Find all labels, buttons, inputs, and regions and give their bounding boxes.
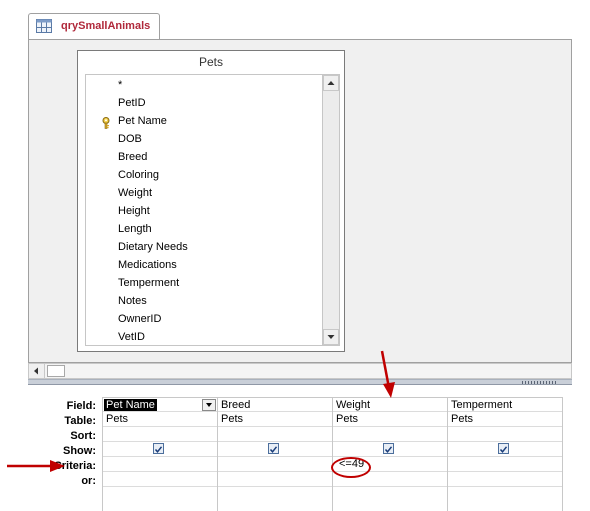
scroll-up-button[interactable] [323, 75, 339, 91]
design-horizontal-scrollbar[interactable] [28, 363, 572, 379]
field-item-ownerid[interactable]: OwnerID [118, 310, 161, 328]
field-item-all[interactable]: * [118, 76, 122, 94]
query-design-grid: Field: Table: Sort: Show: Criteria: or: … [28, 385, 572, 511]
field-cell[interactable]: Pet Name [103, 397, 218, 412]
table-cell[interactable]: Pets [333, 412, 448, 427]
criteria-cell[interactable] [448, 457, 563, 472]
sort-cell[interactable] [448, 427, 563, 442]
field-item-vetid[interactable]: VetID [118, 328, 145, 345]
sort-cell[interactable] [218, 427, 333, 442]
key-icon [102, 117, 110, 129]
scroll-left-button[interactable] [29, 364, 45, 378]
annotation-arrow-down-icon [380, 350, 395, 398]
field-item-breed[interactable]: Breed [118, 148, 147, 166]
table-cell[interactable]: Pets [448, 412, 563, 427]
field-cell[interactable]: Temperment [448, 397, 563, 412]
field-item-weight[interactable]: Weight [118, 184, 152, 202]
show-cell[interactable] [218, 442, 333, 457]
field-item-pet-name[interactable]: Pet Name [118, 112, 167, 130]
show-checkbox[interactable] [383, 443, 394, 454]
row-label-show: Show: [63, 445, 96, 457]
or-cell[interactable] [103, 472, 218, 487]
sort-cell[interactable] [333, 427, 448, 442]
criteria-cell[interactable] [218, 457, 333, 472]
table-field-list-title[interactable]: Pets [78, 51, 344, 73]
criteria-highlight-oval [331, 457, 371, 478]
arrow-down-icon [327, 335, 335, 339]
field-item-medications[interactable]: Medications [118, 256, 177, 274]
grid-column-weight[interactable]: Weight Pets <=49 [332, 397, 448, 511]
row-label-sort: Sort: [70, 430, 96, 442]
table-field-list[interactable]: Pets * PetID Pet Name DOB Breed Coloring… [77, 50, 345, 352]
criteria-cell[interactable] [103, 457, 218, 472]
scroll-track[interactable] [323, 91, 339, 329]
field-dropdown-button[interactable] [202, 399, 216, 411]
show-checkbox[interactable] [153, 443, 164, 454]
show-cell[interactable] [333, 442, 448, 457]
check-icon [154, 446, 163, 453]
or-cell[interactable] [448, 472, 563, 487]
field-item-dietary-needs[interactable]: Dietary Needs [118, 238, 188, 256]
show-checkbox[interactable] [268, 443, 279, 454]
field-cell-value[interactable]: Pet Name [104, 399, 157, 411]
row-label-table: Table: [64, 415, 96, 427]
row-label-or: or: [81, 475, 96, 487]
query-tab[interactable]: qrySmallAnimals [28, 13, 160, 40]
field-item-temperment[interactable]: Temperment [118, 274, 179, 292]
check-icon [269, 446, 278, 453]
check-icon [499, 446, 508, 453]
row-label-field: Field: [66, 400, 96, 412]
arrow-up-icon [327, 81, 335, 85]
chevron-down-icon [206, 403, 212, 407]
query-tab-label: qrySmallAnimals [61, 20, 151, 32]
or-cell[interactable] [218, 472, 333, 487]
scroll-thumb[interactable] [47, 365, 65, 377]
grid-column-temperment[interactable]: Temperment Pets [447, 397, 563, 511]
check-icon [384, 446, 393, 453]
query-icon [36, 19, 52, 33]
show-checkbox[interactable] [498, 443, 509, 454]
grid-column-pet-name[interactable]: Pet Name Pets [102, 397, 218, 511]
show-cell[interactable] [448, 442, 563, 457]
grid-column-breed[interactable]: Breed Pets [217, 397, 333, 511]
table-cell[interactable]: Pets [218, 412, 333, 427]
annotation-arrow-right-icon [7, 460, 65, 472]
grid-columns: Pet Name Pets Breed Pets Weight Pets <=4… [102, 397, 572, 511]
field-item-height[interactable]: Height [118, 202, 150, 220]
field-item-length[interactable]: Length [118, 220, 152, 238]
field-list: * PetID Pet Name DOB Breed Coloring Weig… [85, 74, 323, 346]
table-cell[interactable]: Pets [103, 412, 218, 427]
arrow-left-icon [34, 367, 38, 375]
grid-column-empty[interactable] [562, 397, 572, 511]
field-list-scrollbar[interactable] [323, 74, 340, 346]
splitter-grip[interactable] [522, 381, 558, 384]
sort-cell[interactable] [103, 427, 218, 442]
field-item-dob[interactable]: DOB [118, 130, 142, 148]
scroll-down-button[interactable] [323, 329, 339, 345]
field-cell[interactable]: Breed [218, 397, 333, 412]
field-item-petid[interactable]: PetID [118, 94, 146, 112]
document-tab-strip: qrySmallAnimals [0, 0, 590, 40]
show-cell[interactable] [103, 442, 218, 457]
grid-row-labels: Field: Table: Sort: Show: Criteria: or: [28, 385, 102, 511]
field-item-notes[interactable]: Notes [118, 292, 147, 310]
field-item-coloring[interactable]: Coloring [118, 166, 159, 184]
